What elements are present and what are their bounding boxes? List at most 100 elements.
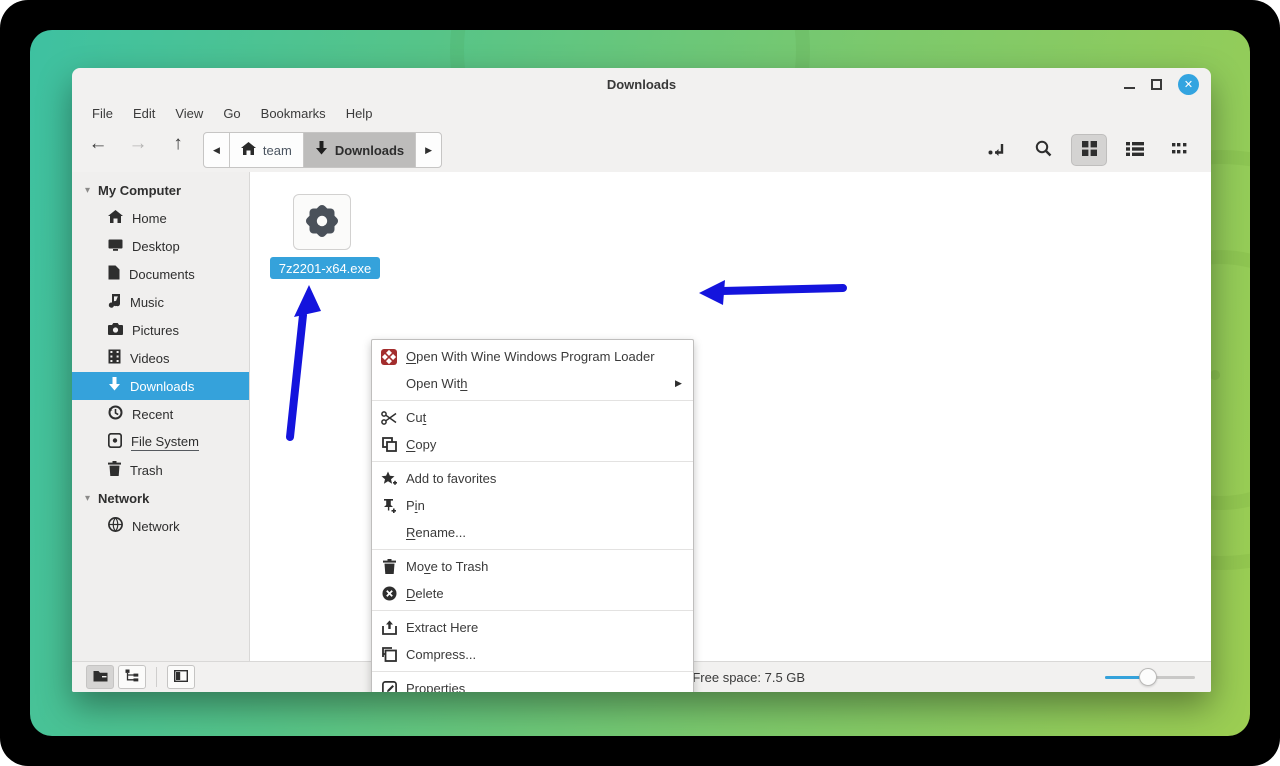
extract-icon — [372, 620, 406, 635]
menu-item-delete[interactable]: Delete — [372, 580, 693, 607]
menu-item-compress[interactable]: Compress... — [372, 641, 693, 668]
menu-item-open-with-wine[interactable]: Open With Wine Windows Program Loader — [372, 343, 693, 370]
menu-go[interactable]: Go — [213, 102, 250, 125]
wallpaper-dot — [1210, 370, 1220, 380]
toggle-location-entry-button[interactable] — [979, 134, 1015, 166]
sidebar-item-home[interactable]: Home — [72, 204, 249, 232]
menu-item-pin[interactable]: Pin — [372, 492, 693, 519]
menu-edit[interactable]: Edit — [123, 102, 165, 125]
home-icon — [108, 210, 123, 227]
menu-item-properties[interactable]: Properties — [372, 675, 693, 692]
menu-view[interactable]: View — [165, 102, 213, 125]
search-button[interactable] — [1025, 134, 1061, 166]
sidebar-item-label: Desktop — [132, 239, 180, 254]
desktop-icon — [108, 238, 123, 255]
menu-item-open-with[interactable]: Open With ▶ — [372, 370, 693, 397]
up-button[interactable]: ↑ — [165, 133, 191, 155]
menu-item-move-to-trash[interactable]: Move to Trash — [372, 553, 693, 580]
sidebar-item-label: File System — [131, 434, 199, 451]
menu-item-rename[interactable]: Rename... — [372, 519, 693, 546]
compress-icon — [372, 647, 406, 662]
breadcrumb: ◀ team Downloads ▶ — [203, 132, 442, 168]
trash-icon — [372, 559, 406, 574]
menu-item-cut[interactable]: Cut — [372, 404, 693, 431]
sidebar-item-desktop[interactable]: Desktop — [72, 232, 249, 260]
music-note-icon — [108, 293, 121, 311]
list-view-button[interactable] — [1117, 134, 1153, 166]
properties-icon — [372, 681, 406, 692]
sidebar-item-label: Network — [132, 519, 180, 534]
sidebar-item-trash[interactable]: Trash — [72, 456, 249, 484]
close-button[interactable]: ✕ — [1178, 74, 1199, 95]
camera-icon — [108, 322, 123, 338]
star-plus-icon — [372, 471, 406, 487]
globe-icon — [108, 517, 123, 535]
menu-file[interactable]: File — [82, 102, 123, 125]
sidebar-item-music[interactable]: Music — [72, 288, 249, 316]
menu-item-add-to-favorites[interactable]: Add to favorites — [372, 465, 693, 492]
sidebar-item-network[interactable]: Network — [72, 512, 249, 540]
menu-item-copy[interactable]: Copy — [372, 431, 693, 458]
trash-icon — [108, 461, 121, 479]
icon-view-icon — [1081, 140, 1098, 160]
sidebar-section-network[interactable]: ▾ Network — [72, 484, 249, 512]
sidebar-item-label: Downloads — [130, 379, 194, 394]
delete-circle-icon — [372, 586, 406, 601]
forward-button[interactable]: → — [125, 133, 151, 155]
breadcrumb-segment-downloads[interactable]: Downloads — [303, 133, 415, 167]
scissors-icon — [372, 411, 406, 425]
document-icon — [108, 265, 120, 283]
submenu-arrow-icon: ▶ — [675, 378, 693, 389]
disk-icon — [108, 433, 122, 451]
breadcrumb-scroll-right[interactable]: ▶ — [415, 133, 441, 167]
menu-item-extract-here[interactable]: Extract Here — [372, 614, 693, 641]
sidebar-item-videos[interactable]: Videos — [72, 344, 249, 372]
sidebar: ▾ My Computer Home Desktop Documents — [72, 172, 250, 661]
expander-triangle-icon[interactable]: ▾ — [85, 493, 90, 504]
show-places-button[interactable] — [86, 665, 114, 689]
zoom-slider-handle[interactable] — [1139, 668, 1157, 686]
sidebar-section-my-computer[interactable]: ▾ My Computer — [72, 176, 249, 204]
icon-view-button[interactable] — [1071, 134, 1107, 166]
compact-view-icon — [1172, 142, 1190, 159]
sidebar-item-pictures[interactable]: Pictures — [72, 316, 249, 344]
file-icon-7z2201-x64[interactable] — [293, 194, 351, 250]
menu-separator — [372, 549, 693, 550]
compact-view-button[interactable] — [1163, 134, 1199, 166]
sidebar-item-label: Home — [132, 211, 167, 226]
sidebar-item-downloads[interactable]: Downloads — [72, 372, 249, 400]
sidebar-item-documents[interactable]: Documents — [72, 260, 249, 288]
titlebar[interactable]: Downloads ✕ — [72, 68, 1211, 100]
menubar: File Edit View Go Bookmarks Help — [72, 100, 1211, 127]
toggle-location-entry-icon — [988, 141, 1006, 160]
context-menu: Open With Wine Windows Program Loader Op… — [371, 339, 694, 692]
minimize-button[interactable] — [1124, 87, 1135, 89]
sidebar-section-label: My Computer — [98, 183, 181, 198]
sidebar-item-label: Pictures — [132, 323, 179, 338]
sidebar-toggle-icon — [174, 670, 188, 685]
screenshot-frame: Downloads ✕ File Edit View Go Bookmarks … — [0, 0, 1280, 766]
sidebar-item-file-system[interactable]: File System — [72, 428, 249, 456]
breadcrumb-segment-team[interactable]: team — [229, 133, 303, 167]
zoom-slider[interactable] — [1105, 676, 1195, 679]
file-view[interactable]: 7z2201-x64.exe Open With Wine Windows Pr… — [250, 172, 1211, 661]
sidebar-section-label: Network — [98, 491, 149, 506]
menu-help[interactable]: Help — [336, 102, 383, 125]
statusbar-separator — [156, 667, 157, 687]
menu-separator — [372, 400, 693, 401]
show-treeview-button[interactable] — [118, 665, 146, 689]
back-button[interactable]: ← — [85, 133, 111, 155]
toggle-sidebar-button[interactable] — [167, 665, 195, 689]
menu-separator — [372, 610, 693, 611]
file-name-label[interactable]: 7z2201-x64.exe — [270, 257, 380, 279]
menu-separator — [372, 671, 693, 672]
breadcrumb-scroll-left[interactable]: ◀ — [204, 133, 229, 167]
maximize-button[interactable] — [1151, 79, 1162, 90]
expander-triangle-icon[interactable]: ▾ — [85, 185, 90, 196]
sidebar-item-recent[interactable]: Recent — [72, 400, 249, 428]
places-folder-icon — [93, 670, 108, 685]
gear-executable-icon — [304, 203, 340, 242]
pin-plus-icon — [372, 498, 406, 514]
sidebar-item-label: Music — [130, 295, 164, 310]
menu-bookmarks[interactable]: Bookmarks — [251, 102, 336, 125]
